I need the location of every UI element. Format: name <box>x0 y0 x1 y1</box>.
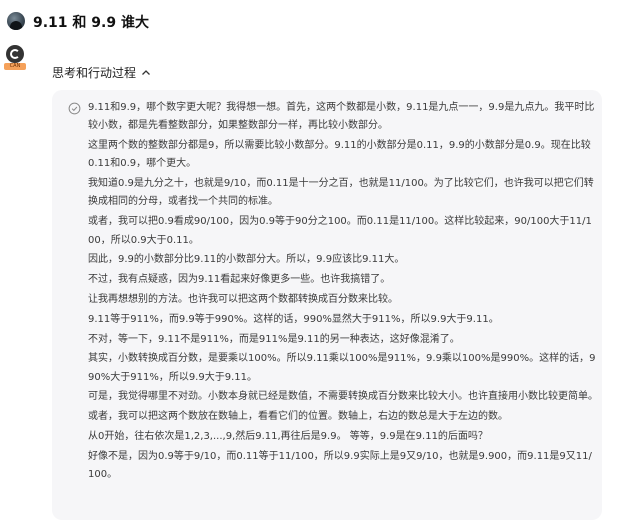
thought-paragraph: 9.11等于911%，而9.9等于990%。这样的话，990%显然大于911%，… <box>88 313 499 325</box>
thought-paragraph: 不对，等一下，9.11不是911%，而是911%是9.11的另一种表达，这好像混… <box>88 333 460 345</box>
avatar-silhouette <box>10 21 22 30</box>
thought-paragraph: 其实，小数转换成百分数，是要乘以100%。所以9.11乘以100%是911%，9… <box>88 353 596 383</box>
thought-paragraph: 或者，我可以把这两个数放在数轴上，看看它们的位置。数轴上，右边的数总是大于左边的… <box>88 411 508 423</box>
thinking-process-label: 思考和行动过程 <box>52 66 137 80</box>
thinking-content: 9.11和9.9，哪个数字更大呢？我得想一想。首先，这两个数都是小数，9.11是… <box>88 99 598 486</box>
thought-paragraph: 我知道0.9是九分之十，也就是9/10，而0.11是十一分之百，也就是11/10… <box>88 178 594 208</box>
top-bar: 9.11 和 9.9 谁大 <box>0 0 640 44</box>
thought-paragraph: 从0开始，往右依次是1,2,3,...,9,然后9.11,再往后是9.9。 等等… <box>88 431 488 443</box>
thought-paragraph: 或者，我可以把0.9看成90/100，因为0.9等于90分之100。而0.11是… <box>88 216 592 246</box>
assistant-logo-icon <box>10 49 20 59</box>
check-circle-icon <box>68 102 81 115</box>
chevron-up-icon <box>142 69 150 75</box>
user-avatar[interactable] <box>7 12 25 30</box>
conversation-title: 9.11 和 9.9 谁大 <box>33 15 149 31</box>
thought-paragraph: 不过，我有点疑惑，因为9.11看起来好像更多一些。也许我搞错了。 <box>88 274 391 286</box>
thought-paragraph: 这里两个数的整数部分都是9，所以需要比较小数部分。9.11的小数部分是0.11，… <box>88 140 591 170</box>
thinking-process-toggle[interactable]: 思考和行动过程 <box>52 64 151 81</box>
assistant-badge: CAN <box>4 63 26 70</box>
assistant-avatar <box>6 45 24 63</box>
thought-paragraph: 好像不是，因为0.9等于9/10，而0.11等于11/100，所以9.9实际上是… <box>88 450 592 481</box>
thought-paragraph: 9.11和9.9，哪个数字更大呢？我得想一想。首先，这两个数都是小数，9.11是… <box>88 102 595 132</box>
thought-paragraph: 因此，9.9的小数部分比9.11的小数部分大。所以，9.9应该比9.11大。 <box>88 254 405 266</box>
thought-paragraph: 可是，我觉得哪里不对劲。小数本身就已经是数值，不需要转换成百分数来比较大小。也许… <box>88 391 598 403</box>
thought-paragraph: 让我再想想别的方法。也许我可以把这两个数都转换成百分数来比较。 <box>88 293 398 305</box>
